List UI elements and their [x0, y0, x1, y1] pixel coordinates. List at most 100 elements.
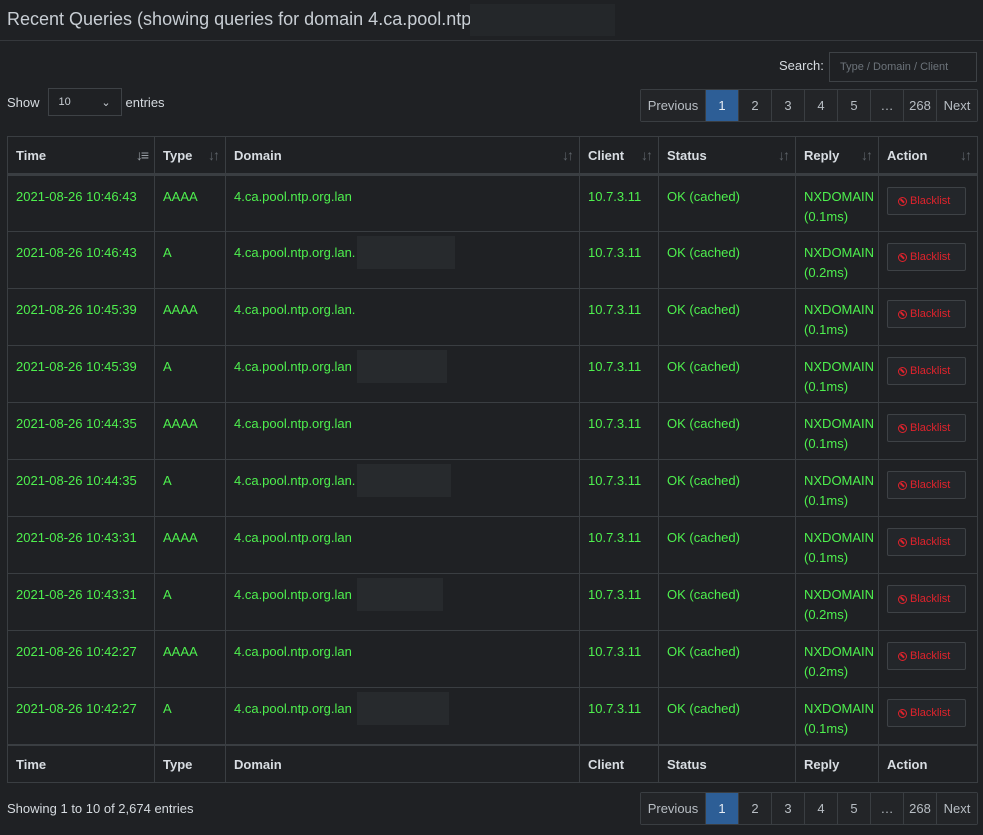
- ban-icon: [898, 196, 907, 206]
- blacklist-button[interactable]: Blacklist: [887, 471, 966, 499]
- search-input[interactable]: [829, 52, 977, 82]
- top-page-button[interactable]: 5: [838, 90, 871, 121]
- table-row: 2021-08-26 10:44:35 A 4.ca.pool.ntp.org.la…: [7, 459, 978, 517]
- bottom-page-button[interactable]: 4: [805, 793, 838, 824]
- query-domain-text: 4.ca.pool.ntp.org.lan.: [234, 302, 356, 317]
- footer-status: Status: [658, 743, 796, 783]
- footer-reply: Reply: [795, 743, 879, 783]
- query-domain[interactable]: 4.ca.pool.ntp.org.lan: [225, 516, 580, 574]
- query-domain-text: 4.ca.pool.ntp.org.lan.: [234, 245, 356, 260]
- query-status-text: OK (cached): [667, 245, 740, 260]
- query-time-text: 2021-08-26 10:44:35: [16, 416, 137, 431]
- query-type-text: AAAA: [163, 530, 198, 545]
- top-page-button[interactable]: 1: [706, 90, 739, 121]
- bottom-next-button[interactable]: Next: [937, 793, 977, 824]
- query-domain-text: 4.ca.pool.ntp.org.lan: [234, 359, 352, 374]
- ban-icon: [898, 594, 907, 604]
- query-client-text: 10.7.3.11: [588, 359, 642, 374]
- blacklist-button[interactable]: Blacklist: [887, 187, 966, 215]
- column-header-time[interactable]: Time ↓≡: [7, 136, 155, 176]
- blacklist-button[interactable]: Blacklist: [887, 642, 966, 670]
- redacted-area: [357, 464, 451, 497]
- bottom-page-button[interactable]: 1: [706, 793, 739, 824]
- column-header-action[interactable]: Action ↓↑: [878, 136, 978, 176]
- blacklist-label: Blacklist: [910, 479, 951, 491]
- query-action: Blacklist: [878, 288, 978, 346]
- query-time-text: 2021-08-26 10:45:39: [16, 359, 137, 374]
- reply-time: (0.1ms): [804, 209, 849, 224]
- top-page-button[interactable]: 3: [772, 90, 805, 121]
- bottom-previous-button[interactable]: Previous: [641, 793, 706, 824]
- redacted-area: [357, 236, 455, 269]
- footer-client: Client: [579, 743, 659, 783]
- blacklist-button[interactable]: Blacklist: [887, 585, 966, 613]
- query-client-text: 10.7.3.11: [588, 416, 642, 431]
- query-domain[interactable]: 4.ca.pool.ntp.org.lan.: [225, 459, 580, 517]
- sort-arrows-icon: ↓↑: [778, 147, 790, 163]
- query-type-text: A: [163, 473, 172, 488]
- blacklist-button[interactable]: Blacklist: [887, 300, 966, 328]
- chevron-down-icon: ⌄: [101, 96, 111, 109]
- reply-type: NXDOMAIN: [804, 644, 875, 659]
- query-type: AAAA: [154, 516, 226, 574]
- blacklist-button[interactable]: Blacklist: [887, 357, 966, 385]
- blacklist-button[interactable]: Blacklist: [887, 243, 966, 271]
- top-page-button[interactable]: 268: [904, 90, 937, 121]
- query-type-text: AAAA: [163, 302, 198, 317]
- query-domain[interactable]: 4.ca.pool.ntp.org.lan: [225, 402, 580, 460]
- top-previous-button[interactable]: Previous: [641, 90, 706, 121]
- query-status: OK (cached): [658, 459, 796, 517]
- redacted-area: [470, 4, 615, 36]
- column-header-type[interactable]: Type ↓↑: [154, 136, 226, 176]
- sort-arrows-icon: ↓↑: [861, 147, 873, 163]
- blacklist-button[interactable]: Blacklist: [887, 528, 966, 556]
- query-status-text: OK (cached): [667, 416, 740, 431]
- top-page-button[interactable]: 4: [805, 90, 838, 121]
- query-domain[interactable]: 4.ca.pool.ntp.org.lan: [225, 687, 580, 745]
- query-domain[interactable]: 4.ca.pool.ntp.org.lan: [225, 174, 580, 232]
- query-status: OK (cached): [658, 402, 796, 460]
- query-client: 10.7.3.11: [579, 573, 659, 631]
- reply-type: NXDOMAIN: [804, 530, 875, 545]
- query-client: 10.7.3.11: [579, 345, 659, 403]
- table-row: 2021-08-26 10:44:35 AAAA 4.ca.pool.ntp.org…: [7, 402, 978, 460]
- query-status-text: OK (cached): [667, 302, 740, 317]
- column-header-domain[interactable]: Domain ↓↑: [225, 136, 580, 176]
- column-header-status[interactable]: Status ↓↑: [658, 136, 796, 176]
- query-domain[interactable]: 4.ca.pool.ntp.org.lan.: [225, 288, 580, 346]
- table-row: 2021-08-26 10:43:31 A 4.ca.pool.ntp.org.la…: [7, 573, 978, 631]
- top-next-button[interactable]: Next: [937, 90, 977, 121]
- top-page-button: …: [871, 90, 904, 121]
- column-header-client[interactable]: Client ↓↑: [579, 136, 659, 176]
- blacklist-label: Blacklist: [910, 593, 951, 605]
- bottom-page-button[interactable]: 268: [904, 793, 937, 824]
- reply-time: (0.1ms): [804, 322, 849, 337]
- query-type: AAAA: [154, 288, 226, 346]
- bottom-page-button[interactable]: 3: [772, 793, 805, 824]
- bottom-page-button[interactable]: 5: [838, 793, 871, 824]
- query-status: OK (cached): [658, 516, 796, 574]
- reply-time: (0.2ms): [804, 607, 849, 622]
- query-type-text: A: [163, 701, 172, 716]
- blacklist-button[interactable]: Blacklist: [887, 699, 966, 727]
- ban-icon: [898, 423, 907, 433]
- column-header-reply[interactable]: Reply ↓↑: [795, 136, 879, 176]
- query-time-text: 2021-08-26 10:42:27: [16, 644, 137, 659]
- top-page-button[interactable]: 2: [739, 90, 772, 121]
- query-time: 2021-08-26 10:46:43: [7, 231, 155, 289]
- blacklist-button[interactable]: Blacklist: [887, 414, 966, 442]
- query-domain[interactable]: 4.ca.pool.ntp.org.lan: [225, 573, 580, 631]
- query-domain[interactable]: 4.ca.pool.ntp.org.lan: [225, 630, 580, 688]
- table-footer-row: Time Type Domain Client Status Reply Act…: [7, 743, 978, 783]
- bottom-page-button[interactable]: 2: [739, 793, 772, 824]
- entries-label: entries: [125, 94, 165, 110]
- query-domain[interactable]: 4.ca.pool.ntp.org.lan.: [225, 231, 580, 289]
- page-length-select[interactable]: 10 ⌄: [47, 88, 122, 116]
- reply-time: (0.2ms): [804, 265, 849, 280]
- reply-time: (0.2ms): [804, 664, 849, 679]
- query-action: Blacklist: [878, 402, 978, 460]
- pagination-bottom: Previous 1 2 3 4 5… 268 Next: [640, 792, 978, 825]
- query-client: 10.7.3.11: [579, 288, 659, 346]
- query-domain[interactable]: 4.ca.pool.ntp.org.lan: [225, 345, 580, 403]
- sort-arrows-icon: ↓↑: [641, 147, 653, 163]
